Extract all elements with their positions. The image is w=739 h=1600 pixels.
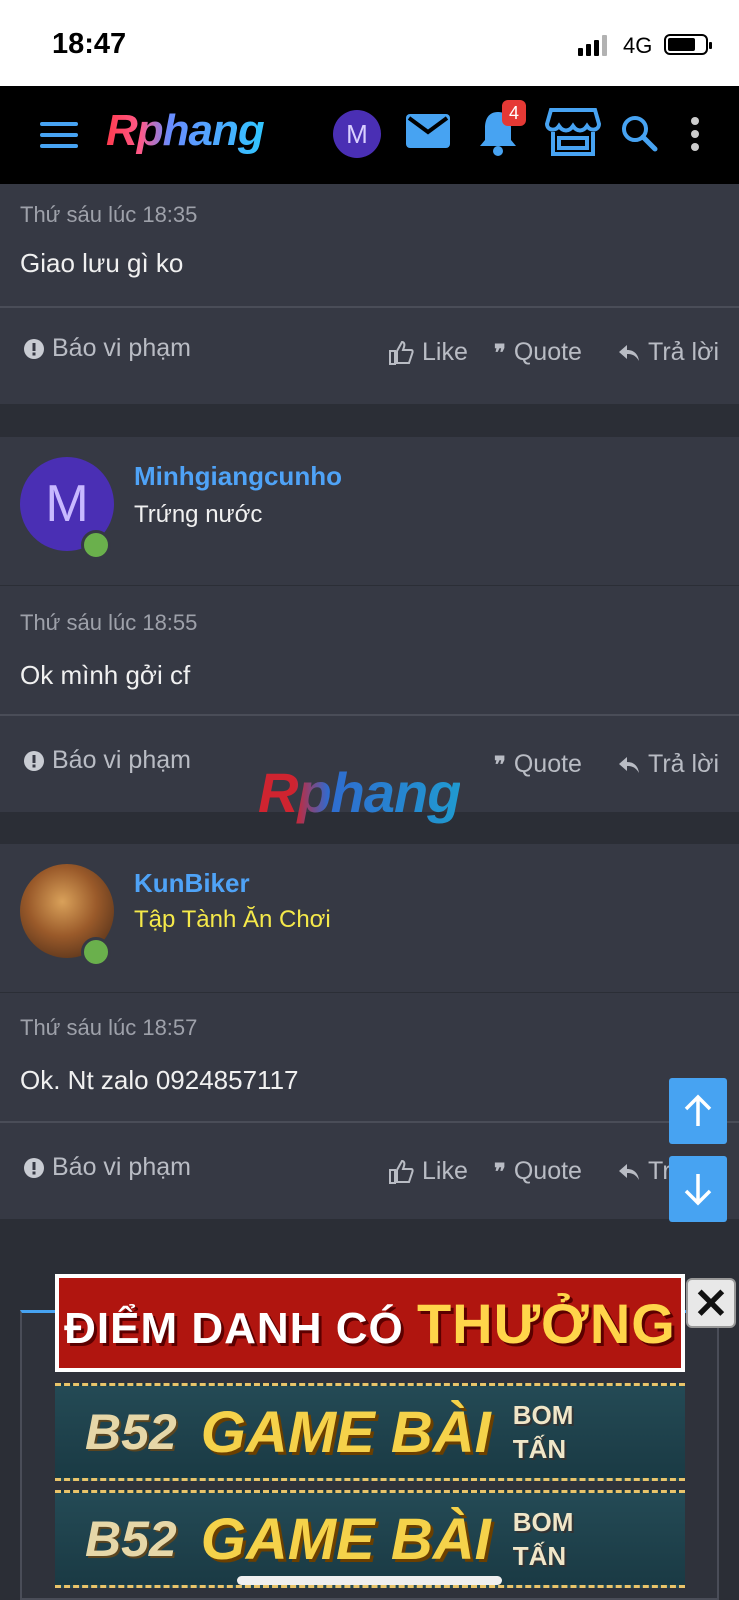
post-time[interactable]: Thứ sáu lúc 18:57 bbox=[20, 1015, 197, 1041]
quote-icon: ❞ bbox=[494, 339, 506, 365]
reply-button[interactable]: Tr bbox=[618, 1157, 671, 1186]
like-button[interactable]: Like bbox=[388, 1157, 468, 1186]
ad-brand: B52 bbox=[85, 1404, 177, 1460]
more-options-icon[interactable] bbox=[690, 116, 700, 152]
quote-icon: ❞ bbox=[494, 751, 506, 777]
reply-icon bbox=[619, 1163, 639, 1180]
ad-sub2: TẤN bbox=[512, 1541, 567, 1571]
top-navbar: Rphang M 4 bbox=[0, 86, 739, 184]
post-time[interactable]: Thứ sáu lúc 18:55 bbox=[20, 610, 197, 636]
thumbs-up-icon bbox=[389, 1159, 414, 1184]
ad-sub2: TẤN bbox=[512, 1434, 567, 1464]
reply-button[interactable]: Trả lời bbox=[618, 750, 719, 779]
battery-icon bbox=[664, 34, 712, 55]
reply-button[interactable]: Trả lời bbox=[618, 338, 719, 367]
thumbs-up-icon bbox=[389, 340, 414, 365]
user-title: Trứng nước bbox=[134, 501, 263, 528]
ad-banner-checkin[interactable]: ĐIỂM DANH CÓ THƯỞNG bbox=[55, 1274, 685, 1372]
post-3: Thứ sáu lúc 18:57 Ok. Nt zalo 0924857117… bbox=[0, 993, 739, 1219]
like-label: Like bbox=[422, 1157, 468, 1185]
watermark-logo: Rphang bbox=[258, 761, 461, 824]
ad-banner-b52-1[interactable]: B52 GAME BÀI BOM TẤN bbox=[55, 1383, 685, 1481]
quote-icon: ❞ bbox=[494, 1158, 506, 1184]
report-button[interactable]: Báo vi phạm bbox=[24, 746, 191, 775]
reply-label: Trả lời bbox=[648, 338, 720, 366]
post-content: Ok. Nt zalo 0924857117 bbox=[20, 1065, 299, 1095]
ad-sub1: BOM bbox=[512, 1507, 574, 1537]
ad-brand: B52 bbox=[85, 1511, 177, 1567]
status-time: 18:47 bbox=[52, 28, 127, 60]
quote-button[interactable]: ❞ Quote bbox=[494, 1157, 582, 1186]
user-avatar-button[interactable]: M bbox=[333, 110, 381, 158]
report-label: Báo vi phạm bbox=[52, 746, 191, 774]
report-label: Báo vi phạm bbox=[52, 1153, 191, 1181]
post-3-user-header: KunBiker Tập Tành Ăn Chơi bbox=[0, 844, 739, 992]
mail-icon[interactable] bbox=[406, 114, 450, 148]
like-label: Like bbox=[422, 338, 468, 366]
report-icon bbox=[24, 338, 44, 359]
reply-label: Tr bbox=[648, 1157, 671, 1185]
ad-sub: BOM TẤN bbox=[513, 1398, 574, 1466]
ad-banner-text: ĐIỂM DANH CÓ bbox=[64, 1303, 404, 1353]
ad-title: GAME BÀI bbox=[200, 1399, 491, 1465]
home-indicator[interactable] bbox=[237, 1576, 502, 1585]
ad-banner-b52-2[interactable]: B52 GAME BÀI BOM TẤN bbox=[55, 1490, 685, 1588]
report-button[interactable]: Báo vi phạm bbox=[24, 334, 191, 363]
like-button[interactable]: Like bbox=[388, 338, 468, 367]
report-icon bbox=[24, 750, 44, 771]
post-content: Ok mình gởi cf bbox=[20, 660, 191, 690]
signal-icon bbox=[578, 34, 607, 56]
ad-sub1: BOM bbox=[512, 1400, 574, 1430]
menu-icon[interactable] bbox=[40, 120, 78, 150]
report-button[interactable]: Báo vi phạm bbox=[24, 1153, 191, 1182]
post-content: Giao lưu gì ko bbox=[20, 248, 184, 278]
username-link[interactable]: KunBiker bbox=[134, 868, 250, 899]
quote-button[interactable]: ❞ Quote bbox=[494, 750, 582, 779]
reply-icon bbox=[619, 344, 639, 361]
notification-badge: 4 bbox=[502, 100, 526, 126]
reply-icon bbox=[619, 756, 639, 773]
scroll-bottom-button[interactable] bbox=[669, 1156, 727, 1222]
post-2-user-header: M Minhgiangcunho Trứng nước bbox=[0, 437, 739, 585]
arrow-down-icon bbox=[684, 1174, 712, 1206]
online-status-icon bbox=[81, 937, 111, 967]
close-ad-button[interactable]: ✕ bbox=[686, 1278, 736, 1328]
post-time[interactable]: Thứ sáu lúc 18:35 bbox=[20, 202, 197, 228]
store-icon[interactable] bbox=[545, 108, 601, 158]
post-divider bbox=[0, 306, 739, 308]
post-divider bbox=[0, 1121, 739, 1123]
quote-label: Quote bbox=[513, 338, 582, 366]
report-icon bbox=[24, 1157, 44, 1178]
search-icon[interactable] bbox=[620, 114, 658, 152]
arrow-up-icon bbox=[684, 1094, 712, 1126]
site-logo[interactable]: Rphang bbox=[106, 106, 265, 156]
status-bar: 18:47 4G bbox=[0, 0, 739, 86]
ad-sub: BOM TẤN bbox=[513, 1505, 574, 1573]
quote-label: Quote bbox=[513, 750, 582, 778]
post-divider bbox=[0, 714, 739, 716]
quote-button[interactable]: ❞ Quote bbox=[494, 338, 582, 367]
report-label: Báo vi phạm bbox=[52, 334, 191, 362]
network-label: 4G bbox=[623, 33, 653, 58]
online-status-icon bbox=[81, 530, 111, 560]
quote-label: Quote bbox=[513, 1157, 582, 1185]
scroll-top-button[interactable] bbox=[669, 1078, 727, 1144]
ad-title: GAME BÀI bbox=[200, 1506, 491, 1572]
user-title: Tập Tành Ăn Chơi bbox=[134, 906, 331, 933]
reply-label: Trả lời bbox=[648, 750, 720, 778]
post-1: Thứ sáu lúc 18:35 Giao lưu gì ko Báo vi … bbox=[0, 184, 739, 404]
username-link[interactable]: Minhgiangcunho bbox=[134, 461, 342, 492]
ad-banner-highlight: THƯỞNG bbox=[416, 1291, 676, 1355]
